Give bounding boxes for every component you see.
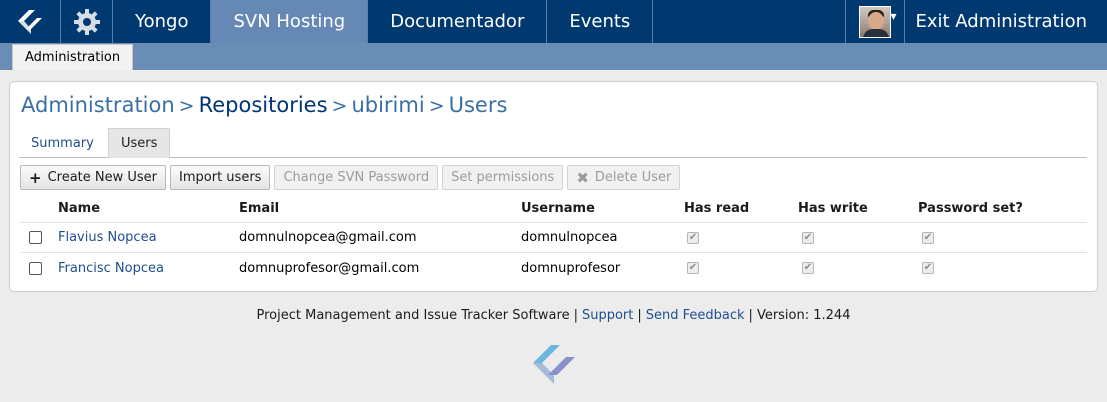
breadcrumb-administration[interactable]: Administration — [21, 93, 175, 117]
app-logo[interactable] — [0, 0, 61, 43]
create-new-user-label: Create New User — [47, 170, 158, 185]
subnav-tab-administration[interactable]: Administration — [12, 44, 134, 70]
content-panel: Administration > Repositories > ubirimi > User… — [9, 81, 1098, 292]
footer: Project Management and Issue Tracker Sof… — [0, 308, 1107, 323]
exit-administration-link[interactable]: Exit Administration — [905, 0, 1107, 43]
nav-item-svn-hosting[interactable]: SVN Hosting — [211, 0, 369, 43]
tab-bar: Summary Users — [19, 127, 1087, 158]
has-read-checkbox: ✔ — [687, 231, 699, 244]
breadcrumb-separator: > — [178, 95, 195, 117]
user-name-link[interactable]: Flavius Nopcea — [58, 230, 157, 245]
nav-item-events[interactable]: Events — [547, 0, 654, 43]
footer-text: Project Management and Issue Tracker Sof… — [256, 308, 570, 323]
avatar — [859, 5, 892, 38]
top-navigation: Yongo SVN Hosting Documentador Events ▼ … — [0, 0, 1107, 43]
send-feedback-link[interactable]: Send Feedback — [646, 308, 745, 323]
gear-icon — [73, 8, 100, 35]
row-select-checkbox[interactable] — [29, 231, 42, 244]
nav-spacer — [653, 0, 847, 43]
password-set-checkbox: ✔ — [922, 231, 934, 244]
logo-icon — [18, 9, 42, 34]
footer-separator: | — [573, 308, 578, 323]
breadcrumb: Administration > Repositories > ubirimi > User… — [21, 93, 507, 117]
plus-icon: + — [29, 168, 42, 187]
table-row: Flavius Nopcea domnulnopcea@gmail.com do… — [20, 223, 1087, 253]
breadcrumb-separator: > — [428, 95, 445, 117]
nav-item-documentador[interactable]: Documentador — [368, 0, 548, 43]
table-header-row: Name Email Username Has read Has write P… — [20, 194, 1087, 223]
column-header-has-write: Has write — [798, 200, 868, 216]
column-header-name: Name — [58, 200, 101, 216]
has-write-checkbox: ✔ — [802, 262, 814, 274]
column-header-has-read: Has read — [684, 200, 750, 216]
user-name-link[interactable]: Francisc Nopcea — [58, 261, 164, 276]
close-icon: ✖ — [576, 168, 589, 187]
footer-separator: | — [637, 308, 642, 323]
user-username: domnuprofesor — [521, 260, 621, 276]
delete-user-button[interactable]: ✖ Delete User — [567, 165, 681, 190]
change-svn-password-button[interactable]: Change SVN Password — [274, 165, 439, 190]
user-menu[interactable]: ▼ — [846, 0, 906, 43]
settings-button[interactable] — [61, 0, 113, 43]
users-table: Name Email Username Has read Has write P… — [20, 194, 1087, 283]
column-header-password-set: Password set? — [918, 200, 1023, 216]
footer-separator: | — [748, 308, 753, 323]
create-new-user-button[interactable]: + Create New User — [20, 165, 167, 190]
user-username: domnulnopcea — [521, 230, 618, 245]
caret-down-icon: ▼ — [890, 12, 897, 21]
delete-user-label: Delete User — [594, 170, 672, 185]
footer-logo-icon — [533, 345, 575, 384]
toolbar: + Create New User Import users Change SVN… — [20, 165, 681, 191]
support-link[interactable]: Support — [582, 308, 633, 323]
import-users-button[interactable]: Import users — [170, 165, 271, 190]
tab-users[interactable]: Users — [108, 128, 171, 158]
table-row: Francisc Nopcea domnuprofesor@gmail.com … — [20, 253, 1087, 283]
breadcrumb-repository[interactable]: ubirimi — [351, 93, 424, 117]
password-set-checkbox: ✔ — [922, 262, 934, 274]
column-header-username: Username — [521, 200, 595, 216]
has-write-checkbox: ✔ — [802, 231, 814, 244]
user-email: domnulnopcea@gmail.com — [239, 230, 417, 245]
tab-summary[interactable]: Summary — [19, 128, 106, 158]
set-permissions-button[interactable]: Set permissions — [442, 165, 564, 190]
breadcrumb-users: Users — [448, 93, 508, 117]
version-text: Version: 1.244 — [756, 308, 851, 323]
nav-item-yongo[interactable]: Yongo — [113, 0, 212, 43]
has-read-checkbox: ✔ — [687, 262, 699, 274]
sub-navigation: Administration — [0, 43, 1107, 70]
row-select-checkbox[interactable] — [29, 261, 42, 275]
user-email: domnuprofesor@gmail.com — [239, 260, 420, 276]
breadcrumb-repositories[interactable]: Repositories — [199, 93, 328, 117]
column-header-email: Email — [239, 200, 280, 216]
breadcrumb-separator: > — [331, 95, 348, 117]
